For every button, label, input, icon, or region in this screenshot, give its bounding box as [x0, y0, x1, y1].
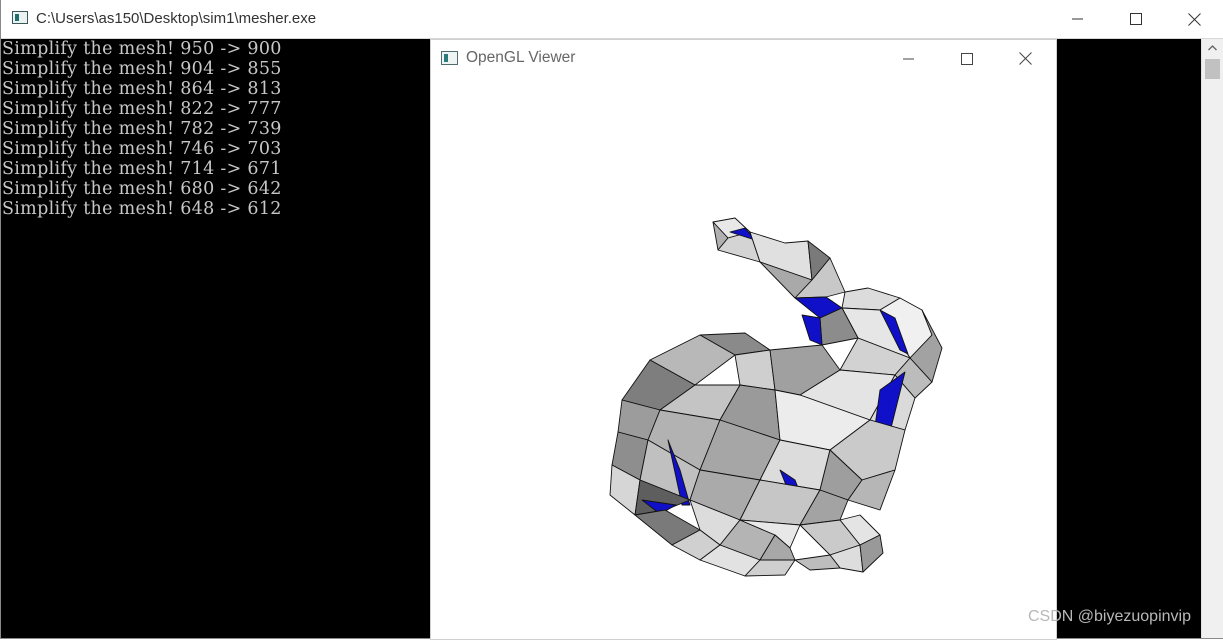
- scroll-thumb[interactable]: [1205, 59, 1220, 79]
- watermark-text: CSDN @biyezuopinvip: [1028, 608, 1191, 625]
- minimize-icon: [1072, 18, 1083, 20]
- close-icon: [1018, 52, 1032, 65]
- opengl-viewer-window[interactable]: OpenGL Viewer: [431, 40, 1056, 639]
- console-titlebar[interactable]: C:\Users\as150\Desktop\sim1\mesher.exe: [1, 0, 1223, 39]
- console-app-icon: [12, 11, 28, 24]
- close-icon: [1187, 12, 1201, 26]
- opengl-viewer-titlebar[interactable]: OpenGL Viewer: [431, 40, 1056, 77]
- console-close-button[interactable]: [1165, 0, 1223, 38]
- viewer-close-button[interactable]: [996, 40, 1054, 77]
- maximize-icon: [961, 52, 973, 65]
- console-window-title: C:\Users\as150\Desktop\sim1\mesher.exe: [36, 10, 317, 27]
- opengl-render-canvas[interactable]: [431, 77, 1056, 639]
- viewer-minimize-button[interactable]: [880, 40, 938, 77]
- scroll-up-arrow-icon[interactable]: [1202, 39, 1223, 57]
- opengl-app-icon: [441, 51, 458, 65]
- console-minimize-button[interactable]: [1049, 0, 1107, 38]
- opengl-viewer-title: OpenGL Viewer: [466, 49, 576, 66]
- maximize-icon: [1130, 13, 1142, 25]
- console-vertical-scrollbar[interactable]: [1201, 39, 1223, 638]
- console-maximize-button[interactable]: [1107, 0, 1165, 38]
- minimize-icon: [903, 58, 914, 59]
- viewer-maximize-button[interactable]: [938, 40, 996, 77]
- bunny-mesh-render: [609, 217, 943, 577]
